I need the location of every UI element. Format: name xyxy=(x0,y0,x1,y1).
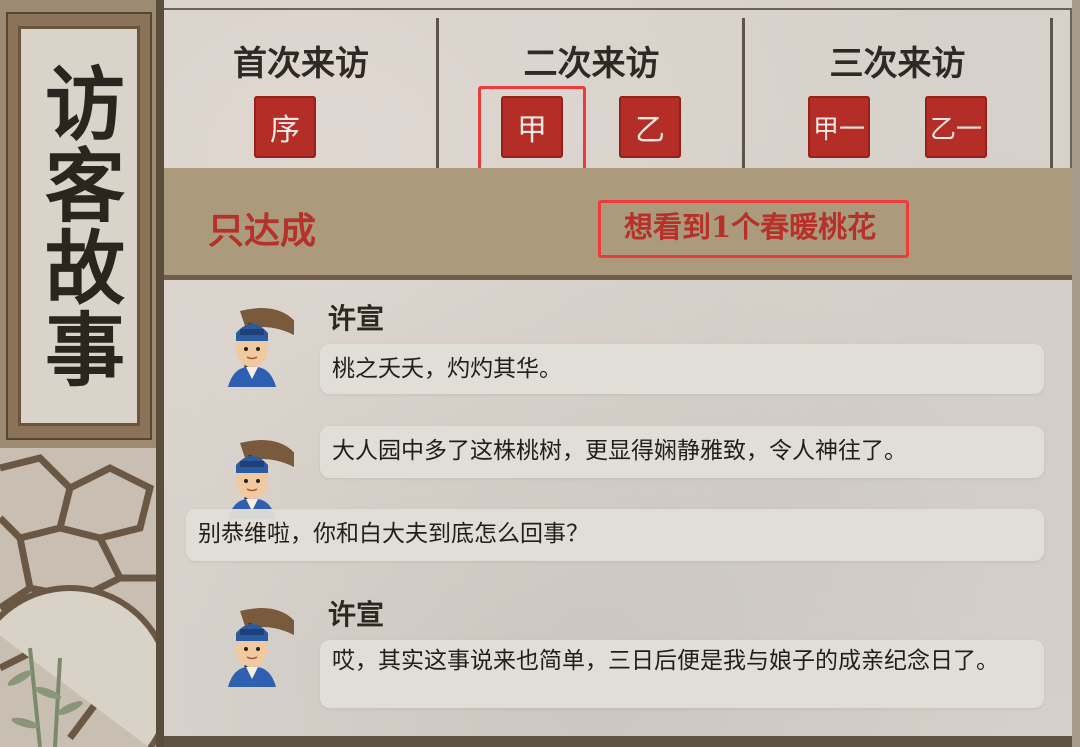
xu-xuan-portrait xyxy=(228,608,294,687)
seal-button-xu[interactable]: 序 xyxy=(254,96,316,158)
dialog-area: 许宣 桃之夭夭，灼灼其华。 大人园中多了这株桃树，更显得娴静雅致，令人神往了。 … xyxy=(164,285,1072,747)
player-dialog-bubble: 别恭维啦，你和白大夫到底怎么回事？ xyxy=(186,509,1044,561)
highlight-box xyxy=(598,200,909,258)
bottom-frame-edge xyxy=(164,736,1072,747)
achievement-label: 只达成 xyxy=(208,210,317,252)
tab-title: 二次来访 xyxy=(523,44,660,84)
seal-button-yi-yi[interactable]: 乙一 xyxy=(925,96,987,158)
highlight-box xyxy=(478,86,586,174)
speaker-name: 许宣 xyxy=(328,598,385,631)
dialog-bubble: 哎，其实这事说来也简单，三日后便是我与娘子的成亲纪念日了。 xyxy=(320,640,1044,708)
title-inner: 访客故事 xyxy=(18,26,140,426)
seal-button-jia-yi[interactable]: 甲一 xyxy=(808,96,870,158)
lattice-window-decoration xyxy=(0,448,160,747)
left-title-panel: 访客故事 xyxy=(0,0,160,747)
panel-title: 访客故事 xyxy=(32,62,126,390)
right-frame-edge xyxy=(1072,0,1080,747)
title-frame: 访客故事 xyxy=(6,12,152,440)
dialog-bubble: 桃之夭夭，灼灼其华。 xyxy=(320,344,1044,394)
tab-title: 首次来访 xyxy=(233,44,369,84)
visit-tabs-row: 首次来访 序 二次来访 甲 乙 三次来访 甲一 乙一 xyxy=(164,8,1072,176)
column-divider xyxy=(1050,18,1053,176)
tab-first-visit: 首次来访 序 xyxy=(164,10,438,170)
dialog-bubble: 大人园中多了这株桃树，更显得娴静雅致，令人神往了。 xyxy=(320,426,1044,478)
condition-bar: 只达成 想看到1个春暖桃花 xyxy=(164,168,1072,280)
xu-xuan-portrait xyxy=(228,308,294,387)
panel-divider xyxy=(156,0,164,747)
tab-title: 三次来访 xyxy=(829,44,966,84)
xu-xuan-portrait xyxy=(228,440,294,519)
speaker-name: 许宣 xyxy=(328,302,385,335)
seal-button-yi[interactable]: 乙 xyxy=(619,96,681,158)
tab-third-visit: 三次来访 甲一 乙一 xyxy=(745,10,1050,170)
tab-second-visit: 二次来访 甲 乙 xyxy=(439,10,744,174)
